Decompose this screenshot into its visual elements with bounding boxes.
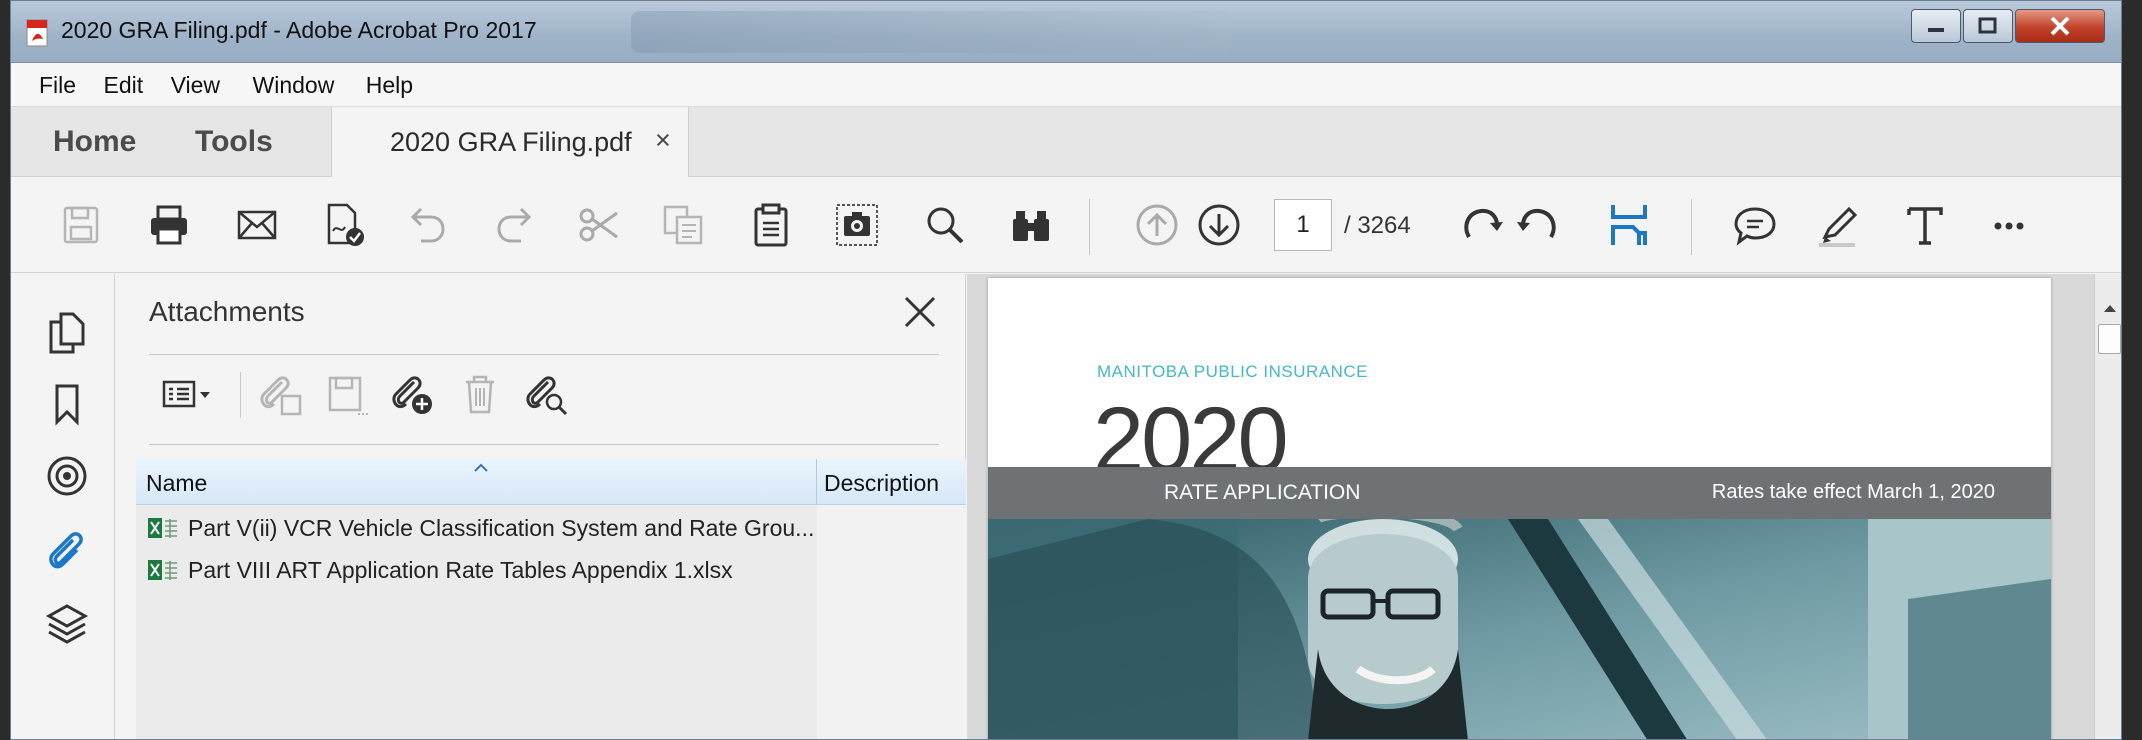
document-view[interactable]: MANITOBA PUBLIC INSURANCE 2020 RATE APPL… (967, 274, 2121, 739)
attachment-name: Part VIII ART Application Rate Tables Ap… (188, 557, 733, 583)
tab-tools[interactable]: Tools (195, 125, 273, 159)
more-icon[interactable] (1983, 199, 2035, 251)
table-header: Name Description (136, 459, 966, 505)
page-up-icon[interactable] (1131, 199, 1183, 251)
close-tab-icon[interactable]: × (655, 125, 671, 156)
sign-certify-icon[interactable] (317, 199, 369, 251)
menu-file[interactable]: File (39, 72, 76, 99)
signatures-icon[interactable] (43, 452, 91, 500)
highlight-pen-icon[interactable] (1813, 199, 1865, 251)
print-icon[interactable] (143, 199, 195, 251)
read-mode-icon[interactable] (1603, 199, 1655, 251)
acrobat-window: 2020 GRA Filing.pdf - Adobe Acrobat Pro … (10, 0, 2122, 740)
organization-name: MANITOBA PUBLIC INSURANCE (1097, 362, 1369, 381)
search-icon[interactable] (919, 199, 971, 251)
menu-bar: File Edit View Window Help (11, 63, 2121, 107)
scroll-thumb[interactable] (2098, 324, 2121, 354)
delete-attachment-icon[interactable] (456, 370, 504, 418)
document-tab-label: 2020 GRA Filing.pdf (390, 127, 632, 157)
minimize-icon (1928, 28, 1944, 32)
snapshot-icon[interactable] (831, 199, 883, 251)
attachments-title: Attachments (149, 296, 305, 327)
rotate-counterclockwise-icon[interactable] (1511, 199, 1563, 251)
menu-view[interactable]: View (171, 72, 220, 99)
page-down-icon[interactable] (1193, 199, 1245, 251)
page-thumbnails-icon[interactable] (43, 308, 91, 356)
title-bar: 2020 GRA Filing.pdf - Adobe Acrobat Pro … (11, 1, 2121, 63)
close-icon (2050, 16, 2070, 36)
vertical-scrollbar[interactable] (2094, 274, 2121, 739)
sort-ascending-icon (474, 463, 488, 472)
tab-bar: Home Tools 2020 GRA Filing.pdf × (11, 107, 2121, 178)
band-right-text: Rates take effect March 1, 2020 (1711, 481, 1995, 503)
page-number-input[interactable] (1274, 199, 1332, 251)
save-icon[interactable] (55, 199, 107, 251)
attachments-icon[interactable] (43, 526, 91, 574)
page-total: / 3264 (1344, 212, 1411, 239)
rotate-clockwise-icon[interactable] (1457, 199, 1509, 251)
tab-document[interactable]: 2020 GRA Filing.pdf × (331, 107, 689, 178)
maximize-button[interactable] (1963, 9, 2013, 43)
comment-icon[interactable] (1729, 199, 1781, 251)
options-menu-icon[interactable] (160, 370, 210, 418)
pdf-icon (26, 19, 48, 47)
excel-file-icon (148, 518, 177, 538)
add-attachment-icon[interactable] (388, 370, 436, 418)
copy-icon[interactable] (657, 199, 709, 251)
maximize-icon (1978, 17, 1997, 34)
layers-icon[interactable] (43, 600, 91, 648)
title-band: RATE APPLICATION Rates take effect March… (988, 467, 2051, 519)
menu-edit[interactable]: Edit (104, 72, 144, 99)
pdf-page: MANITOBA PUBLIC INSURANCE 2020 RATE APPL… (988, 278, 2051, 739)
column-header-name[interactable]: Name (146, 470, 207, 497)
table-row[interactable]: Part V(ii) VCR Vehicle Classification Sy… (136, 507, 817, 549)
close-panel-icon[interactable] (900, 292, 940, 332)
find-binoculars-icon[interactable] (1005, 199, 1057, 251)
redo-icon[interactable] (489, 199, 541, 251)
open-attachment-icon[interactable] (256, 370, 304, 418)
attachment-name: Part V(ii) VCR Vehicle Classification Sy… (188, 515, 815, 541)
window-title: 2020 GRA Filing.pdf - Adobe Acrobat Pro … (61, 17, 537, 43)
add-text-icon[interactable] (1899, 199, 1951, 251)
quick-tools-toolbar: / 3264 (11, 177, 2121, 273)
minimize-button[interactable] (1911, 9, 1961, 43)
bookmarks-icon[interactable] (43, 380, 91, 428)
attachments-table: Name Description Part V(ii) VCR Vehicle … (136, 459, 966, 739)
column-header-description[interactable]: Description (824, 470, 939, 497)
undo-icon[interactable] (401, 199, 453, 251)
close-window-button[interactable] (2015, 9, 2105, 43)
search-attachments-icon[interactable] (522, 370, 570, 418)
table-row[interactable]: Part VIII ART Application Rate Tables Ap… (136, 549, 817, 591)
navigation-pane (11, 274, 115, 739)
save-attachment-icon[interactable] (322, 370, 370, 418)
attachments-panel: Attachments Name Description Part V(ii) … (116, 274, 966, 739)
scroll-up-icon[interactable] (2102, 302, 2118, 314)
tab-home[interactable]: Home (53, 125, 136, 159)
menu-help[interactable]: Help (366, 72, 413, 99)
cover-photo (988, 519, 2051, 739)
band-left-text: RATE APPLICATION (1164, 481, 1361, 504)
excel-file-icon (148, 560, 177, 580)
email-icon[interactable] (231, 199, 283, 251)
cut-icon[interactable] (573, 199, 625, 251)
paste-icon[interactable] (745, 199, 797, 251)
menu-window[interactable]: Window (253, 72, 335, 99)
